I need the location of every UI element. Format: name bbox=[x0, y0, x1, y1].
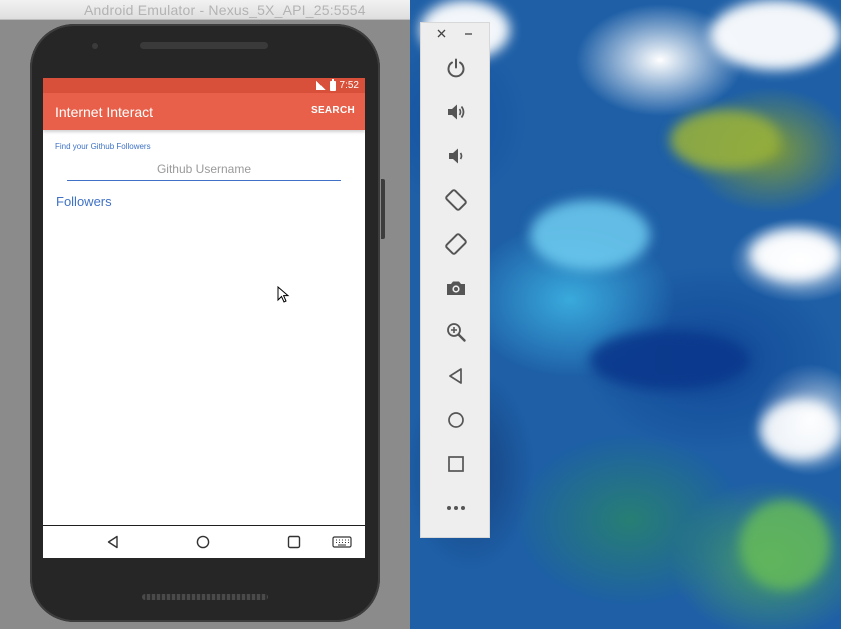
desktop-screen: Android Emulator - Nexus_5X_API_25:5554 … bbox=[0, 0, 841, 629]
volume-up-icon bbox=[448, 104, 465, 120]
signal-icon bbox=[315, 81, 326, 90]
rotate-right-icon bbox=[445, 233, 467, 255]
volume-down-icon bbox=[449, 148, 463, 164]
recents-icon bbox=[287, 535, 301, 549]
nav-keyboard-button[interactable] bbox=[331, 534, 353, 550]
navigation-bar bbox=[43, 525, 365, 558]
minimize-icon bbox=[465, 33, 472, 35]
close-icon bbox=[437, 29, 446, 38]
more-options-button[interactable] bbox=[444, 496, 468, 520]
front-camera bbox=[92, 43, 98, 49]
minimize-toolbar-button[interactable] bbox=[464, 27, 473, 41]
nav-recents-button[interactable] bbox=[285, 534, 303, 550]
power-button[interactable] bbox=[444, 56, 468, 80]
emulator-window: Android Emulator - Nexus_5X_API_25:5554 … bbox=[0, 0, 410, 629]
rotate-left-icon bbox=[445, 189, 467, 211]
close-toolbar-button[interactable] bbox=[437, 27, 446, 41]
volume-up-button[interactable] bbox=[444, 100, 468, 124]
volume-down-button[interactable] bbox=[444, 144, 468, 168]
back-icon bbox=[449, 368, 462, 384]
rotate-left-button[interactable] bbox=[444, 188, 468, 212]
rotate-right-button[interactable] bbox=[444, 232, 468, 256]
app-title: Internet Interact bbox=[55, 104, 154, 120]
bottom-speaker bbox=[142, 594, 268, 600]
followers-label: Followers bbox=[56, 194, 112, 209]
screenshot-button[interactable] bbox=[444, 276, 468, 300]
zoom-icon bbox=[447, 323, 466, 342]
home-icon bbox=[448, 412, 464, 428]
window-titlebar[interactable]: Android Emulator - Nexus_5X_API_25:5554 bbox=[0, 0, 410, 20]
github-username-input[interactable] bbox=[67, 158, 341, 181]
earpiece-speaker bbox=[140, 42, 268, 49]
battery-icon bbox=[329, 78, 336, 91]
status-bar: 7:52 bbox=[43, 78, 365, 93]
app-toolbar: Internet Interact SEARCH bbox=[43, 93, 365, 130]
find-followers-label: Find your Github Followers bbox=[55, 142, 151, 151]
toolbar-home-button[interactable] bbox=[444, 408, 468, 432]
status-time: 7:52 bbox=[339, 80, 359, 91]
emulator-toolbar bbox=[420, 22, 490, 538]
nav-home-button[interactable] bbox=[194, 534, 212, 550]
home-icon bbox=[196, 535, 210, 549]
phone-frame: 7:52 Internet Interact SEARCH Find your … bbox=[30, 24, 385, 622]
power-side-button[interactable] bbox=[381, 179, 385, 239]
overview-icon bbox=[448, 456, 464, 472]
keyboard-icon bbox=[332, 536, 352, 548]
power-icon bbox=[447, 58, 465, 78]
phone-screen: 7:52 Internet Interact SEARCH Find your … bbox=[43, 78, 365, 558]
nav-back-button[interactable] bbox=[104, 534, 122, 550]
camera-icon bbox=[447, 281, 465, 295]
toolbar-overview-button[interactable] bbox=[444, 452, 468, 476]
back-icon bbox=[107, 535, 118, 549]
toolbar-back-button[interactable] bbox=[444, 364, 468, 388]
search-button[interactable]: SEARCH bbox=[311, 105, 355, 116]
window-title: Android Emulator - Nexus_5X_API_25:5554 bbox=[84, 2, 366, 18]
zoom-button[interactable] bbox=[444, 320, 468, 344]
more-icon bbox=[447, 506, 465, 510]
mouse-cursor-icon bbox=[277, 286, 290, 303]
